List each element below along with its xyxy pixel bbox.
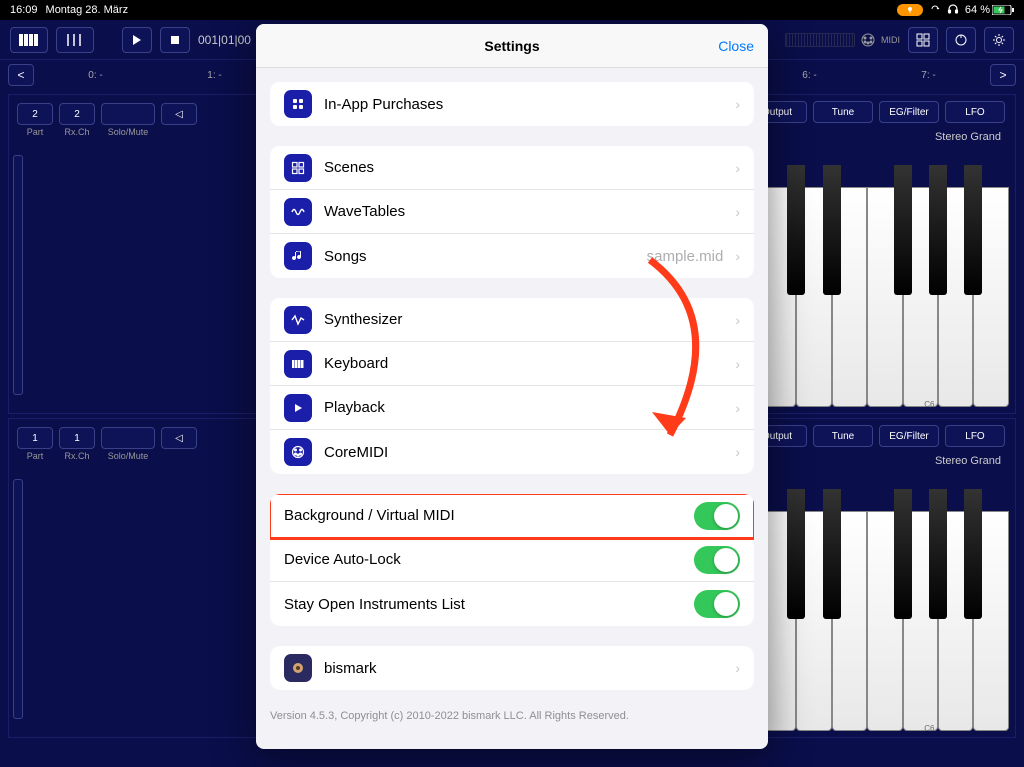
slot-6[interactable]: 6: - [752,70,867,81]
row-coremidi[interactable]: CoreMIDI › [270,430,754,474]
wavetables-icon [284,198,312,226]
microphone-indicator [897,4,923,16]
row-playback[interactable]: Playback › [270,386,754,430]
songs-detail: sample.mid [647,248,724,265]
octave-down-button[interactable]: ◁ [161,427,197,449]
settings-group-content: Scenes › WaveTables › Songs sample.mid › [270,146,754,278]
egfilter-button[interactable]: EG/Filter [879,425,939,447]
part-selector[interactable]: 1 [17,427,53,449]
grid-button[interactable] [908,27,938,53]
octave-down-button[interactable]: ◁ [161,103,197,125]
version-footer: Version 4.5.3, Copyright (c) 2010-2022 b… [270,710,754,722]
row-synthesizer[interactable]: Synthesizer › [270,298,754,342]
tune-button[interactable]: Tune [813,425,873,447]
close-button[interactable]: Close [718,38,754,54]
coremidi-icon [284,438,312,466]
stop-button[interactable] [160,27,190,53]
keyboard-icon [284,350,312,378]
chevron-right-icon: › [735,96,740,112]
settings-modal: Settings Close In-App Purchases › Scenes… [256,24,768,749]
lfo-button[interactable]: LFO [945,425,1005,447]
rxch-selector[interactable]: 1 [59,427,95,449]
play-button[interactable] [122,27,152,53]
row-stay-open-instruments[interactable]: Stay Open Instruments List [270,582,754,626]
knob-button[interactable] [946,27,976,53]
slot-7[interactable]: 7: - [871,70,986,81]
bismark-icon [284,654,312,682]
volume-slider-1[interactable] [13,155,23,395]
chevron-right-icon: › [735,204,740,220]
settings-group-about: bismark › [270,646,754,690]
scenes-icon [284,154,312,182]
solo-mute-button[interactable] [101,103,155,125]
chevron-right-icon: › [735,400,740,416]
toggle-background-midi[interactable] [694,502,740,530]
slot-1[interactable]: 1: - [157,70,272,81]
modal-title: Settings [484,38,539,54]
playback-icon [284,394,312,422]
chevron-right-icon: › [735,312,740,328]
row-wavetables[interactable]: WaveTables › [270,190,754,234]
row-background-virtual-midi[interactable]: Background / Virtual MIDI [270,494,754,538]
tune-button[interactable]: Tune [813,101,873,123]
prev-slot-button[interactable]: < [8,64,34,86]
orientation-lock-icon [929,3,941,18]
keyboard-view-button[interactable] [10,27,48,53]
midi-label: MIDI [881,35,900,45]
chevron-right-icon: › [735,444,740,460]
synth-icon [284,306,312,334]
octave-label: C6 [924,724,934,733]
slot-0[interactable]: 0: - [38,70,153,81]
rxch-selector[interactable]: 2 [59,103,95,125]
toggle-device-autolock[interactable] [694,546,740,574]
modal-header: Settings Close [256,24,768,68]
battery-indicator: 64 % [965,4,1014,16]
headphones-icon [947,3,959,18]
settings-button[interactable] [984,27,1014,53]
mixer-view-button[interactable] [56,27,94,53]
solo-mute-button[interactable] [101,427,155,449]
toggle-stay-open[interactable] [694,590,740,618]
lfo-button[interactable]: LFO [945,101,1005,123]
row-keyboard[interactable]: Keyboard › [270,342,754,386]
chevron-right-icon: › [735,248,740,264]
egfilter-button[interactable]: EG/Filter [879,101,939,123]
songs-icon [284,242,312,270]
octave-label: C6 [924,400,934,409]
chevron-right-icon: › [735,356,740,372]
settings-group-engine: Synthesizer › Keyboard › Playback › [270,298,754,474]
status-time: 16:09 [10,4,38,16]
volume-slider-2[interactable] [13,479,23,719]
row-device-autolock[interactable]: Device Auto-Lock [270,538,754,582]
chevron-right-icon: › [735,660,740,676]
row-inapp-purchases[interactable]: In-App Purchases › [270,82,754,126]
settings-group-toggles: Background / Virtual MIDI Device Auto-Lo… [270,494,754,626]
settings-group-purchases: In-App Purchases › [270,82,754,126]
part-selector[interactable]: 2 [17,103,53,125]
transport-counter: 001|01|00 [198,33,251,47]
purchases-icon [284,90,312,118]
status-bar: 16:09 Montag 28. März 64 % [0,0,1024,20]
status-date: Montag 28. März [46,4,129,16]
chevron-right-icon: › [735,160,740,176]
row-scenes[interactable]: Scenes › [270,146,754,190]
next-slot-button[interactable]: > [990,64,1016,86]
row-songs[interactable]: Songs sample.mid › [270,234,754,278]
midi-activity [785,33,855,47]
row-bismark[interactable]: bismark › [270,646,754,690]
